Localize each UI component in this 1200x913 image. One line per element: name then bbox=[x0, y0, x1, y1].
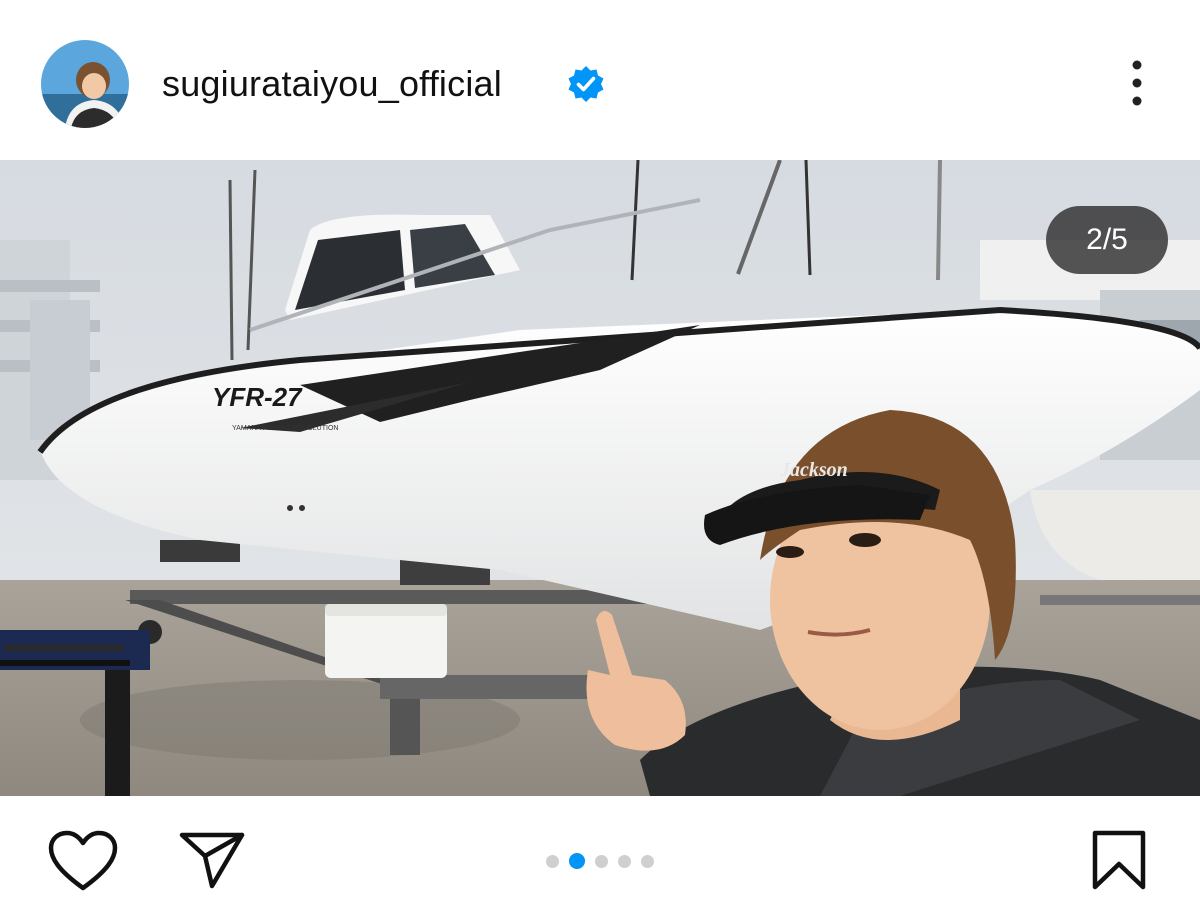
cap-brand-label: Jackson bbox=[779, 459, 848, 481]
carousel-dot[interactable] bbox=[546, 854, 559, 868]
post-actions-bar bbox=[0, 796, 1200, 913]
carousel-dot-active[interactable] bbox=[569, 853, 585, 869]
carousel-dot[interactable] bbox=[641, 854, 654, 868]
carousel-dot[interactable] bbox=[618, 854, 631, 868]
post-header: sugiurataiyou_official bbox=[0, 0, 1200, 160]
bookmark-icon[interactable] bbox=[1090, 829, 1148, 891]
carousel-dot[interactable] bbox=[595, 854, 608, 868]
verified-badge-icon bbox=[566, 64, 606, 104]
image-counter-badge: 2/5 bbox=[1046, 206, 1168, 274]
profile-avatar[interactable] bbox=[41, 40, 129, 128]
username[interactable]: sugiurataiyou_official bbox=[162, 62, 502, 106]
boat-subtitle-label: YAMAHA FISHING REVOLUTION bbox=[232, 425, 338, 432]
boat-model-label: YFR-27 bbox=[212, 382, 303, 412]
paper-plane-icon[interactable] bbox=[178, 830, 246, 890]
heart-icon[interactable] bbox=[48, 830, 118, 892]
carousel-indicator bbox=[546, 853, 654, 869]
post-photo[interactable]: YFR-27 YAMAHA FISHING REVOLUTION Jackson bbox=[0, 160, 1200, 796]
more-vertical-icon[interactable] bbox=[1120, 58, 1154, 110]
